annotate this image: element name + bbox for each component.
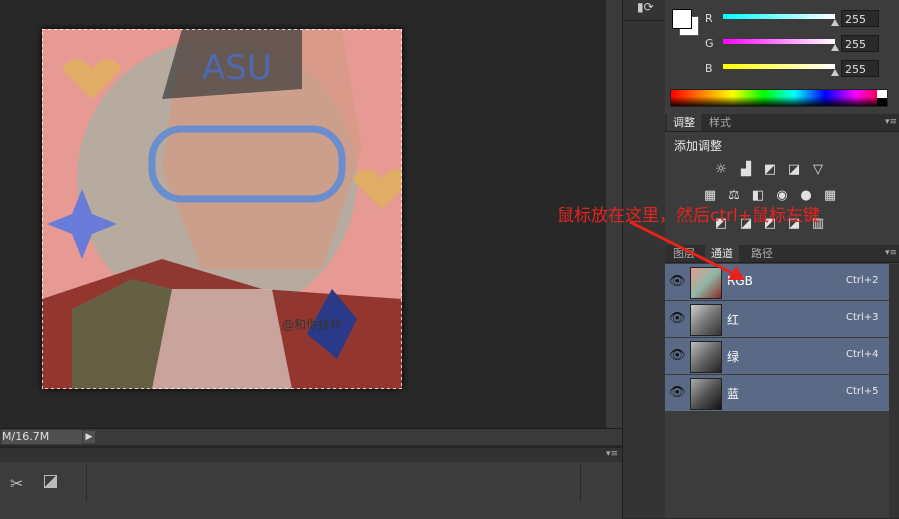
- foreground-color-swatch[interactable]: [672, 9, 692, 29]
- add-adjustment-title: 添加调整: [674, 139, 723, 153]
- red-slider-row: R 255: [705, 10, 899, 28]
- green-value-field[interactable]: 255: [841, 35, 879, 52]
- channel-thumbnail: [690, 304, 722, 336]
- artwork-image: ASU @和你妹坏: [42, 29, 402, 389]
- channel-name: 红: [727, 313, 740, 327]
- status-bar: M/16.7M ▶: [0, 428, 622, 445]
- blue-slider-thumb[interactable]: [831, 69, 839, 76]
- brightness-icon[interactable]: ☼: [713, 162, 729, 178]
- red-slider-track[interactable]: [723, 14, 835, 19]
- red-label: R: [705, 12, 713, 25]
- channels-scrollbar[interactable]: [889, 264, 899, 518]
- panel-menu-icon[interactable]: ▾≡: [885, 117, 897, 127]
- annotation-text: 鼠标放在这里，然后ctrl+鼠标左键: [557, 206, 820, 226]
- red-value-field[interactable]: 255: [841, 10, 879, 27]
- channel-shortcut: Ctrl+2: [846, 275, 879, 286]
- channel-shortcut: Ctrl+3: [846, 312, 879, 323]
- svg-text:ASU: ASU: [202, 48, 272, 88]
- document-size-readout: M/16.7M: [2, 430, 82, 444]
- spectrum-shade: [671, 90, 887, 106]
- blue-value-field[interactable]: 255: [841, 60, 879, 77]
- timeline-panel: ▾≡ ✂: [0, 447, 622, 519]
- green-slider-row: G 255: [705, 35, 899, 53]
- vibrance-icon[interactable]: ▽: [810, 162, 826, 178]
- color-spectrum-ramp[interactable]: [670, 89, 888, 107]
- tab-styles[interactable]: 样式: [703, 114, 737, 131]
- timeline-panel-header: ▾≡: [0, 448, 622, 462]
- eye-icon[interactable]: 👁: [669, 385, 686, 401]
- panel-menu-icon[interactable]: ▾≡: [606, 449, 618, 459]
- channel-shortcut: Ctrl+5: [846, 386, 879, 397]
- blue-slider-row: B 255: [705, 60, 899, 78]
- color-lookup-icon[interactable]: ▦: [822, 188, 838, 204]
- dock-top-button[interactable]: ▮⟳: [623, 0, 665, 21]
- channel-row-green[interactable]: 👁 绿 Ctrl+4: [665, 338, 889, 375]
- status-menu-arrow-icon[interactable]: ▶: [83, 431, 95, 443]
- green-label: G: [705, 37, 714, 50]
- blue-slider-track[interactable]: [723, 64, 835, 69]
- history-icon[interactable]: ▮⟳: [637, 0, 654, 14]
- blue-label: B: [705, 62, 713, 75]
- transition-icon[interactable]: [44, 475, 57, 488]
- channel-name: 绿: [727, 350, 740, 364]
- exposure-icon[interactable]: ◪: [786, 162, 802, 178]
- channel-row-blue[interactable]: 👁 蓝 Ctrl+5: [665, 375, 889, 412]
- document-image[interactable]: ASU @和你妹坏: [42, 29, 402, 389]
- eye-icon[interactable]: 👁: [669, 311, 686, 327]
- red-slider-thumb[interactable]: [831, 19, 839, 26]
- channel-name: 蓝: [727, 387, 740, 401]
- eye-icon[interactable]: 👁: [669, 348, 686, 364]
- timeline-toolbar: ✂: [0, 464, 87, 502]
- green-slider-thumb[interactable]: [831, 44, 839, 51]
- curves-icon[interactable]: ◩: [762, 162, 778, 178]
- artwork-watermark: @和你妹坏: [282, 318, 342, 332]
- green-slider-track[interactable]: [723, 39, 835, 44]
- adjustments-tab-bar: 调整 样式 ▾≡: [665, 114, 899, 132]
- levels-icon[interactable]: ▟: [738, 162, 754, 178]
- panel-menu-icon[interactable]: ▾≡: [885, 248, 897, 258]
- spectrum-black-white-chip[interactable]: [877, 90, 887, 106]
- channel-thumbnail: [690, 341, 722, 373]
- scissors-icon[interactable]: ✂: [10, 474, 23, 493]
- channel-thumbnail: [690, 378, 722, 410]
- channel-row-red[interactable]: 👁 红 Ctrl+3: [665, 301, 889, 338]
- channel-shortcut: Ctrl+4: [846, 349, 879, 360]
- tab-adjustments[interactable]: 调整: [667, 114, 701, 131]
- timeline-track[interactable]: [88, 464, 581, 502]
- document-canvas-area[interactable]: ASU @和你妹坏: [0, 0, 622, 428]
